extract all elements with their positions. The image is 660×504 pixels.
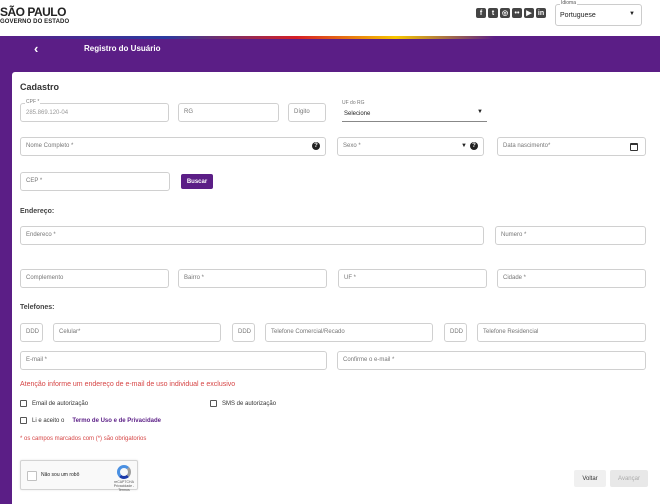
celular-placeholder: Celular*: [59, 329, 81, 335]
numero-input[interactable]: Numero *: [495, 226, 646, 245]
chevron-down-icon: ▼: [461, 143, 467, 149]
sexo-placeholder: Sexo *: [343, 143, 361, 149]
email-auth-label: Email de autorização: [32, 400, 89, 407]
rg-placeholder: RG: [184, 109, 193, 115]
youtube-icon[interactable]: ▶: [524, 8, 534, 18]
help-icon[interactable]: ?: [470, 142, 478, 150]
confirm-email-input[interactable]: Confirme o e-mail *: [337, 351, 646, 370]
ddd-celular-input[interactable]: DDD: [20, 323, 43, 342]
endereco-heading: Endereço:: [20, 208, 55, 215]
digito-placeholder: Dígito: [294, 109, 310, 115]
ddd-residencial-input[interactable]: DDD: [444, 323, 467, 342]
email-auth-checkbox[interactable]: Email de autorização: [20, 400, 88, 407]
chevron-down-icon: ▼: [629, 11, 635, 17]
twitter-icon[interactable]: t: [488, 8, 498, 18]
comercial-placeholder: Telefone Comercial/Recado: [271, 329, 345, 335]
calendar-icon[interactable]: [630, 143, 638, 151]
nascimento-placeholder: Data nascimento*: [503, 143, 551, 149]
language-select[interactable]: Idioma Portuguese ▼: [555, 0, 642, 26]
cep-placeholder: CEP *: [26, 178, 43, 184]
sp-logo[interactable]: SÃO PAULO GOVERNO DO ESTADO: [0, 6, 69, 25]
sms-auth-checkbox[interactable]: SMS de autorização: [210, 400, 276, 407]
logo-line2: GOVERNO DO ESTADO: [0, 19, 70, 25]
nascimento-input[interactable]: Data nascimento*: [497, 137, 646, 156]
recaptcha-label: Não sou um robô: [41, 472, 80, 478]
email-input[interactable]: E-mail *: [20, 351, 327, 370]
sms-auth-label: SMS de autorização: [222, 400, 277, 407]
recaptcha-links[interactable]: Privacidade - Termos: [114, 484, 134, 492]
rg-input[interactable]: RG: [178, 103, 279, 122]
cidade-placeholder: Cidade *: [503, 275, 527, 281]
cidade-input[interactable]: Cidade *: [497, 269, 646, 288]
nome-placeholder: Nome Completo *: [26, 143, 74, 149]
uf-rg-label: UF do RG: [342, 100, 365, 106]
bairro-placeholder: Bairro *: [184, 275, 205, 281]
endereco-input[interactable]: Endereco *: [20, 226, 484, 245]
email-placeholder: E-mail *: [26, 357, 48, 363]
logo-line1: SÃO PAULO: [0, 5, 66, 19]
instagram-icon[interactable]: ◎: [500, 8, 510, 18]
cpf-field[interactable]: CPF * 285.869.120-04: [20, 99, 169, 122]
buscar-button[interactable]: Buscar: [181, 174, 213, 189]
help-icon[interactable]: ?: [312, 142, 320, 150]
required-note: * os campos marcados com (*) são obrigat…: [20, 436, 147, 442]
back-arrow-icon[interactable]: ‹: [34, 41, 38, 56]
email-warning: Atenção informe um endereço de e-mail de…: [20, 381, 236, 388]
linkedin-icon[interactable]: in: [536, 8, 546, 18]
title-bar: ‹ Registro do Usuário: [0, 39, 660, 59]
form-heading: Cadastro: [20, 82, 60, 92]
chevron-down-icon: ▼: [477, 109, 483, 115]
facebook-icon[interactable]: f: [476, 8, 486, 18]
recaptcha-icon: [117, 465, 131, 479]
uf-rg-select[interactable]: UF do RG Selecione ▼: [342, 100, 487, 122]
terms-link[interactable]: Termo de Uso e de Privacidade: [72, 418, 161, 424]
uf-input[interactable]: UF *: [338, 269, 487, 288]
language-label: Idioma: [560, 0, 578, 6]
sexo-select[interactable]: Sexo * ▼ ?: [337, 137, 484, 156]
uf-rg-value: Selecione: [344, 111, 371, 117]
ddd-comercial-input[interactable]: DDD: [232, 323, 255, 342]
uf-placeholder: UF *: [344, 275, 356, 281]
top-header: SÃO PAULO GOVERNO DO ESTADO f t ◎ •• ▶ i…: [0, 0, 660, 36]
comercial-input[interactable]: Telefone Comercial/Recado: [265, 323, 433, 342]
avancar-button[interactable]: Avançar: [610, 470, 648, 487]
terms-prefix: Li e aceito o: [32, 417, 65, 424]
language-value: Portuguese: [560, 12, 596, 19]
complemento-placeholder: Complemento: [26, 275, 64, 281]
confirm-email-placeholder: Confirme o e-mail *: [343, 357, 395, 363]
complemento-input[interactable]: Complemento: [20, 269, 169, 288]
bairro-input[interactable]: Bairro *: [178, 269, 327, 288]
ddd-placeholder: DDD: [450, 329, 463, 335]
celular-input[interactable]: Celular*: [53, 323, 221, 342]
registration-card: Cadastro CPF * 285.869.120-04 RG Dígito …: [12, 72, 660, 504]
endereco-placeholder: Endereco *: [26, 232, 56, 238]
checkbox-box[interactable]: [20, 400, 27, 407]
checkbox-box[interactable]: [20, 417, 27, 424]
ddd-placeholder: DDD: [238, 329, 251, 335]
numero-placeholder: Numero *: [501, 232, 527, 238]
voltar-button[interactable]: Voltar: [574, 470, 606, 487]
checkbox-box[interactable]: [210, 400, 217, 407]
digito-input[interactable]: Dígito: [288, 103, 326, 122]
recaptcha-brand: reCAPTCHA Privacidade - Termos: [111, 480, 137, 493]
cep-input[interactable]: CEP *: [20, 172, 170, 191]
residencial-input[interactable]: Telefone Residencial: [477, 323, 646, 342]
telefones-heading: Telefones:: [20, 304, 55, 311]
cpf-label: CPF *: [25, 99, 41, 105]
page-title: Registro do Usuário: [84, 44, 161, 53]
cpf-value: 285.869.120-04: [26, 110, 69, 116]
recaptcha-checkbox[interactable]: [27, 471, 37, 481]
nome-input[interactable]: Nome Completo * ?: [20, 137, 326, 156]
terms-checkbox[interactable]: Li e aceito o Termo de Uso e de Privacid…: [20, 417, 161, 424]
ddd-placeholder: DDD: [26, 329, 39, 335]
flickr-icon[interactable]: ••: [512, 8, 522, 18]
social-links: f t ◎ •• ▶ in: [476, 8, 546, 18]
residencial-placeholder: Telefone Residencial: [483, 329, 539, 335]
recaptcha-widget: Não sou um robô reCAPTCHA Privacidade - …: [20, 460, 138, 493]
